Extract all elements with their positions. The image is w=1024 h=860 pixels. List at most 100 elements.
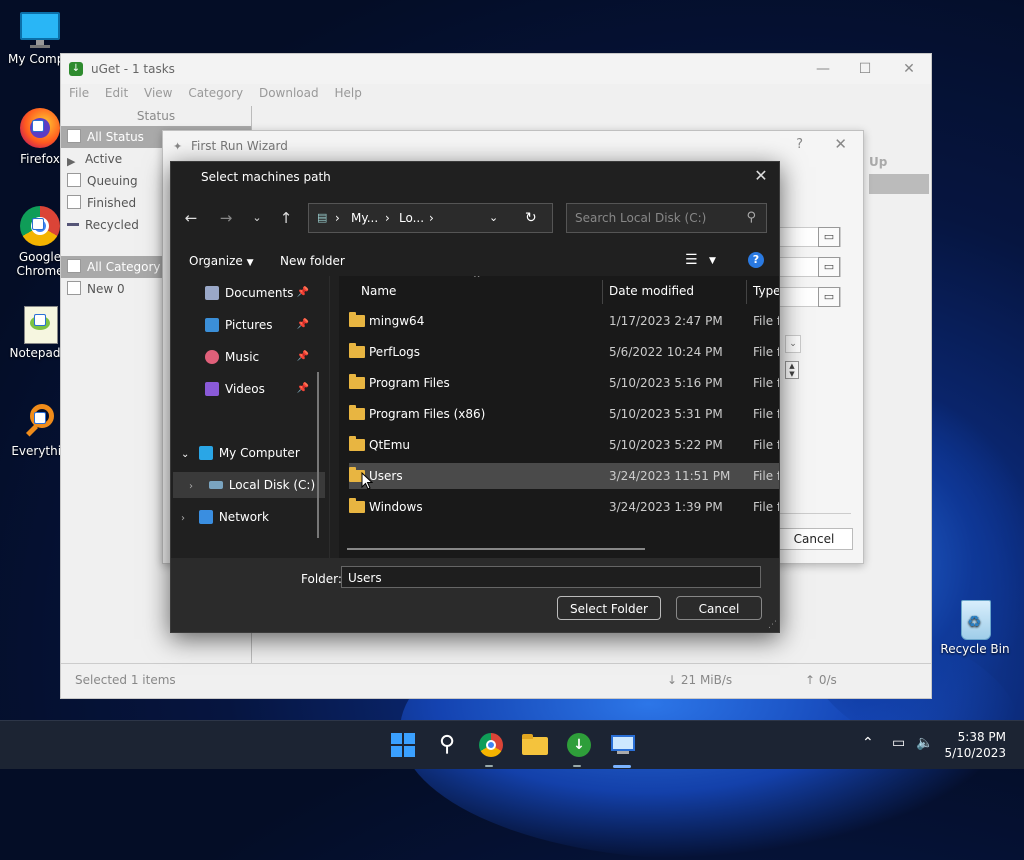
- pane-divider[interactable]: [329, 276, 330, 558]
- nav-item-pictures[interactable]: Pictures 📌: [205, 312, 309, 338]
- nav-item-music[interactable]: Music 📌: [205, 344, 309, 370]
- folder-icon: [349, 343, 365, 358]
- sidebar-item-label: All Category: [87, 260, 161, 274]
- taskbar-clock[interactable]: 5:38 PM 5/10/2023: [944, 729, 1006, 761]
- menu-edit[interactable]: Edit: [105, 86, 128, 100]
- file-row[interactable]: PerfLogs 5/6/2022 10:24 PM File folder: [349, 339, 779, 365]
- folder-icon: [349, 498, 365, 513]
- show-hidden-icons-chevron-icon[interactable]: ⌃: [862, 735, 874, 751]
- remote-desktop-taskbar-icon[interactable]: [607, 729, 639, 761]
- nav-item-my-computer[interactable]: ⌄ My Computer: [181, 440, 315, 466]
- view-options-icon[interactable]: ☰: [685, 252, 698, 268]
- cancel-button[interactable]: Cancel: [676, 596, 762, 620]
- file-row[interactable]: mingw64 1/17/2023 2:47 PM File folder: [349, 308, 779, 334]
- column-name[interactable]: Name: [361, 284, 396, 298]
- search-input[interactable]: Search Local Disk (C:): [575, 211, 706, 225]
- taskbar: ⚲ ↓ ⌃ ▭ 🔈 5:38 PM 5/10/2023: [0, 720, 1024, 769]
- dialog-title: Select machines path: [201, 170, 331, 184]
- minimize-button[interactable]: —: [809, 59, 837, 79]
- pin-icon: 📌: [296, 287, 309, 298]
- up-arrow-icon[interactable]: ↑: [274, 208, 298, 228]
- address-dropdown-chevron-icon[interactable]: ⌄: [489, 211, 498, 224]
- folder-browse-icon[interactable]: ▭: [818, 257, 840, 277]
- all-status-icon: [67, 129, 81, 143]
- forward-arrow-icon[interactable]: →: [214, 208, 238, 228]
- back-arrow-icon[interactable]: ←: [179, 208, 203, 228]
- maximize-button[interactable]: ☐: [851, 59, 879, 79]
- monitor-icon: [20, 10, 60, 50]
- nav-item-videos[interactable]: Videos 📌: [205, 376, 309, 402]
- status-header: Status: [136, 109, 176, 123]
- wizard-divider: [775, 513, 851, 514]
- uget-taskbar-icon[interactable]: ↓: [563, 729, 595, 761]
- select-folder-button[interactable]: Select Folder: [557, 596, 661, 620]
- horizontal-scrollbar[interactable]: [347, 548, 645, 550]
- file-list: ^ Name Date modified Type mingw64 1/17/20…: [339, 276, 779, 558]
- folder-browse-icon[interactable]: ▭: [818, 287, 840, 307]
- wizard-path-field-3[interactable]: ▭: [779, 287, 841, 307]
- download-speed: ↓ 21 MiB/s: [667, 673, 733, 687]
- menu-view[interactable]: View: [144, 86, 172, 100]
- file-name: QtEmu: [369, 438, 411, 452]
- search-box[interactable]: Search Local Disk (C:) ⚲: [566, 203, 767, 233]
- wizard-path-field-2[interactable]: ▭: [779, 257, 841, 277]
- uget-statusbar: Selected 1 items ↓ 21 MiB/s ↑ 0/s: [61, 663, 931, 698]
- drive-icon: [208, 481, 223, 489]
- column-separator[interactable]: [746, 280, 747, 304]
- resize-grip-icon[interactable]: ⋰: [768, 620, 777, 630]
- clock-time: 5:38 PM: [957, 730, 1006, 744]
- menu-help[interactable]: Help: [334, 86, 361, 100]
- nav-item-local-disk[interactable]: › Local Disk (C:): [173, 472, 325, 498]
- drive-icon: ▤: [317, 211, 328, 224]
- refresh-icon[interactable]: ↻: [525, 210, 537, 226]
- file-type: File folder: [753, 345, 779, 359]
- wizard-help-button[interactable]: ?: [796, 137, 803, 152]
- volume-tray-icon[interactable]: 🔈: [916, 735, 933, 751]
- selected-row-fragment: [869, 174, 929, 194]
- file-row[interactable]: QtEmu 5/10/2023 5:22 PM File folder: [349, 432, 779, 458]
- recycle-bin-icon: ♻: [955, 596, 995, 640]
- file-explorer-taskbar-icon[interactable]: [519, 729, 551, 761]
- file-date-modified: 5/10/2023 5:31 PM: [609, 407, 723, 421]
- pin-icon: 📌: [296, 319, 309, 330]
- wizard-dropdown-arrow-icon[interactable]: ⌄: [785, 335, 801, 353]
- close-button[interactable]: ✕: [895, 59, 923, 79]
- menu-category[interactable]: Category: [188, 86, 243, 100]
- wizard-cancel-button[interactable]: Cancel: [775, 528, 853, 550]
- folder-browse-icon[interactable]: ▭: [818, 227, 840, 247]
- menu-file[interactable]: File: [69, 86, 89, 100]
- dialog-close-button[interactable]: ✕: [751, 166, 771, 186]
- column-type[interactable]: Type: [753, 284, 779, 298]
- wizard-spinner[interactable]: ▲ ▼: [785, 361, 799, 379]
- file-row[interactable]: Program Files (x86) 5/10/2023 5:31 PM File…: [349, 401, 779, 427]
- column-separator[interactable]: [602, 280, 603, 304]
- nav-item-documents[interactable]: Documents 📌: [205, 280, 309, 306]
- folder-name-input[interactable]: Users: [341, 566, 761, 588]
- desktop-icon-recycle-bin[interactable]: ♻ Recycle Bin: [935, 596, 1015, 656]
- view-dropdown-icon[interactable]: ▼: [709, 256, 716, 266]
- file-row[interactable]: Program Files 5/10/2023 5:16 PM File folde…: [349, 370, 779, 396]
- breadcrumb-my-computer[interactable]: My...: [351, 211, 378, 225]
- menu-download[interactable]: Download: [259, 86, 319, 100]
- file-row[interactable]: Users 3/24/2023 11:51 PM File folder: [349, 463, 779, 489]
- help-icon[interactable]: ?: [748, 252, 764, 268]
- column-date-modified[interactable]: Date modified: [609, 284, 694, 298]
- breadcrumb-local-disk[interactable]: Lo...: [399, 211, 424, 225]
- navigation-pane: Documents 📌 Pictures 📌 Music 📌 Videos 📌 ⌄ My…: [171, 276, 329, 558]
- new-folder-button[interactable]: New folder: [280, 254, 345, 268]
- network-tray-icon[interactable]: ▭: [892, 735, 905, 751]
- wizard-close-button[interactable]: ✕: [834, 135, 847, 153]
- nav-scrollbar[interactable]: [317, 372, 319, 538]
- nav-item-network[interactable]: › Network: [181, 504, 315, 530]
- wizard-path-field-1[interactable]: ▭: [779, 227, 841, 247]
- file-name: Users: [369, 469, 403, 483]
- recent-locations-chevron-icon[interactable]: ⌄: [245, 208, 269, 228]
- file-row[interactable]: Windows 3/24/2023 1:39 PM File folder: [349, 494, 779, 520]
- chrome-taskbar-icon[interactable]: [475, 729, 507, 761]
- organize-button[interactable]: Organize ▼: [189, 254, 254, 268]
- start-button[interactable]: [387, 729, 419, 761]
- wizard-title: First Run Wizard: [191, 139, 288, 153]
- search-taskbar-icon[interactable]: ⚲: [431, 729, 463, 761]
- address-bar[interactable]: ▤ › My... › Lo... › ⌄ ↻: [308, 203, 553, 233]
- upload-speed: ↑ 0/s: [805, 673, 837, 687]
